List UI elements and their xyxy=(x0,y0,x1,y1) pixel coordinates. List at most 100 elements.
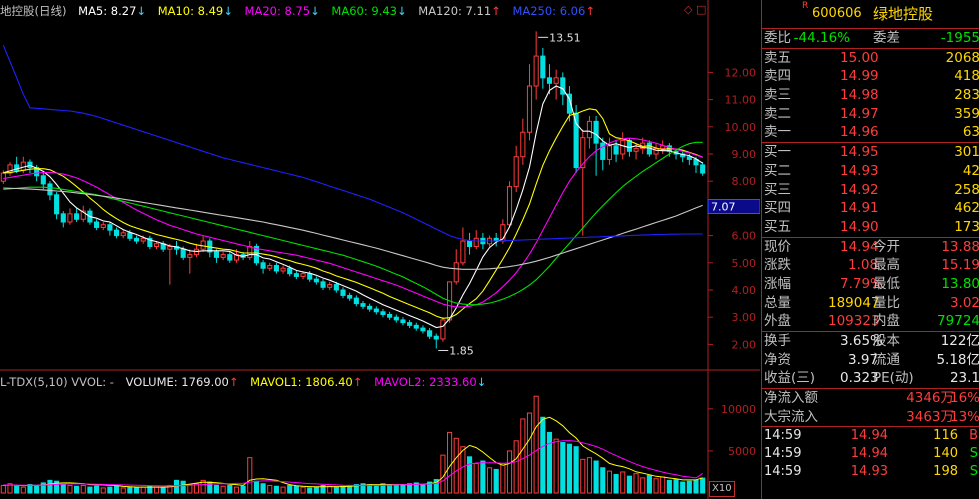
stat-row: 现价 14.94 今开 13.88 xyxy=(764,238,979,255)
candle-body xyxy=(220,254,226,258)
volume-bar xyxy=(453,437,459,494)
candle-body xyxy=(133,237,140,242)
weibi-label: 委比 xyxy=(764,30,791,46)
candle-body xyxy=(686,156,692,160)
candle-body xyxy=(127,232,133,239)
candle-body xyxy=(307,273,313,280)
candle-body xyxy=(167,245,173,250)
candle-body xyxy=(113,229,120,237)
price-tick-label: 10.00 xyxy=(725,121,757,134)
candle-body xyxy=(513,156,519,188)
stat-row: 涨幅 7.79% 最低 13.80 xyxy=(764,275,979,292)
candle-body xyxy=(373,308,379,313)
volume-tick-label: 5000 xyxy=(728,445,756,458)
candle-body xyxy=(433,335,439,340)
kline-chart[interactable]: 12.0011.0010.009.008.007.006.005.004.003… xyxy=(0,0,760,499)
volume-value: VOLUME: 1769.00↑ xyxy=(125,375,239,389)
candle-body xyxy=(353,297,359,305)
candle-body xyxy=(213,251,220,258)
candle-body xyxy=(300,273,306,277)
volume-bar xyxy=(673,479,679,494)
volume-bar xyxy=(233,486,240,494)
candle-body xyxy=(360,303,366,307)
price-stats: 现价 14.94 今开 13.88 涨跌 1.08 最高 15.19 涨幅 7.79% 最低 13… xyxy=(762,238,979,332)
fund-flow: 净流入额 4346万 16% 大宗流入 3463万 13% xyxy=(762,389,979,428)
stat-row: 外盘 109323 内盘 79724 xyxy=(764,313,979,330)
volume-bar xyxy=(560,442,566,494)
volume-bar xyxy=(293,485,299,494)
candle-body xyxy=(107,224,113,231)
tick-list[interactable]: 14:59 14.94 116 B 14:59 14.94 140 S 14:59 14.93… xyxy=(762,427,979,481)
candle-body xyxy=(313,278,319,283)
candle-body xyxy=(120,232,126,237)
candle-body xyxy=(273,265,279,272)
volume-bar xyxy=(240,485,246,494)
price-tick-label: 11.00 xyxy=(725,94,757,107)
price-marker-label: 7.07 xyxy=(711,200,736,213)
candle-body xyxy=(327,284,333,288)
bid-row: 买四 14.91 462 xyxy=(764,200,979,217)
candle-body xyxy=(247,245,253,258)
candle-body xyxy=(633,148,639,152)
volume-bar xyxy=(580,458,586,494)
flow-row: 净流入额 4346万 16% xyxy=(764,390,979,407)
candle-body xyxy=(573,112,579,169)
chart-mode-icons[interactable]: ◇ □ xyxy=(684,3,706,16)
volume-bar xyxy=(533,395,539,494)
volume-bar xyxy=(160,487,166,494)
bid-row: 买三 14.92 258 xyxy=(764,181,979,198)
volume-scale-badge[interactable]: X10 xyxy=(709,481,735,497)
candle-body xyxy=(413,324,419,329)
volume-bar xyxy=(67,484,73,494)
fundamentals: 换手 3.65% 股本 122亿 净资 3.97 流通 5.18亿 收益(三) 0.323 PE… xyxy=(762,332,979,390)
mavol2-value: MAVOL2: 2333.60↓ xyxy=(374,375,487,389)
volume-bar xyxy=(227,484,233,494)
volume-bar xyxy=(693,479,699,494)
candle-body xyxy=(40,175,46,185)
stock-name: 绿地控股 xyxy=(873,5,934,23)
volume-bar xyxy=(133,487,140,494)
flow-row: 大宗流入 3463万 13% xyxy=(764,408,979,425)
volume-bar xyxy=(20,486,26,494)
candle-body xyxy=(100,224,106,228)
candle-body xyxy=(427,330,433,337)
volume-tick-label: 10000 xyxy=(721,403,756,416)
candle-body xyxy=(420,327,426,332)
fund-row: 净资 3.97 流通 5.18亿 xyxy=(764,351,979,368)
ask-book: 卖五 15.00 2068 卖四 14.99 418 卖三 14.98 283 卖二 14.9… xyxy=(762,49,979,144)
chart-canvas[interactable]: 12.0011.0010.009.008.007.006.005.004.003… xyxy=(0,0,760,499)
volume-bar xyxy=(333,486,339,494)
stat-row: 涨跌 1.08 最高 15.19 xyxy=(764,257,979,274)
candle-body xyxy=(466,240,473,247)
candle-body xyxy=(473,237,479,247)
volume-bar xyxy=(486,467,493,494)
candle-body xyxy=(180,248,186,258)
price-tick-label: 6.00 xyxy=(732,230,757,243)
candle-body xyxy=(533,55,539,87)
candle-body xyxy=(453,262,459,283)
candle-body xyxy=(440,319,446,340)
volume-bar xyxy=(546,431,553,494)
volume-bar xyxy=(313,486,319,494)
volume-bar xyxy=(606,470,612,494)
ma-line-ma60 xyxy=(3,141,703,306)
mavol1-value: MAVOL1: 1806.40↑ xyxy=(250,375,363,389)
price-tick-label: 3.00 xyxy=(732,311,757,324)
candle-body xyxy=(593,120,599,144)
volume-bar xyxy=(280,486,286,494)
volume-bar xyxy=(327,485,333,494)
volume-bar xyxy=(500,463,506,494)
volume-bar xyxy=(447,431,453,494)
volume-bar xyxy=(700,477,706,494)
candle-body xyxy=(613,145,619,155)
volume-bar xyxy=(640,477,646,494)
ask-row: 卖四 14.99 418 xyxy=(764,68,979,85)
candle-body xyxy=(380,311,386,315)
volume-bar xyxy=(686,480,692,494)
candle-body xyxy=(320,281,326,288)
volume-bar xyxy=(466,456,473,494)
volume-bar xyxy=(47,479,53,494)
candle-body xyxy=(293,273,299,277)
candle-body xyxy=(287,267,293,275)
candle-body xyxy=(620,139,626,155)
